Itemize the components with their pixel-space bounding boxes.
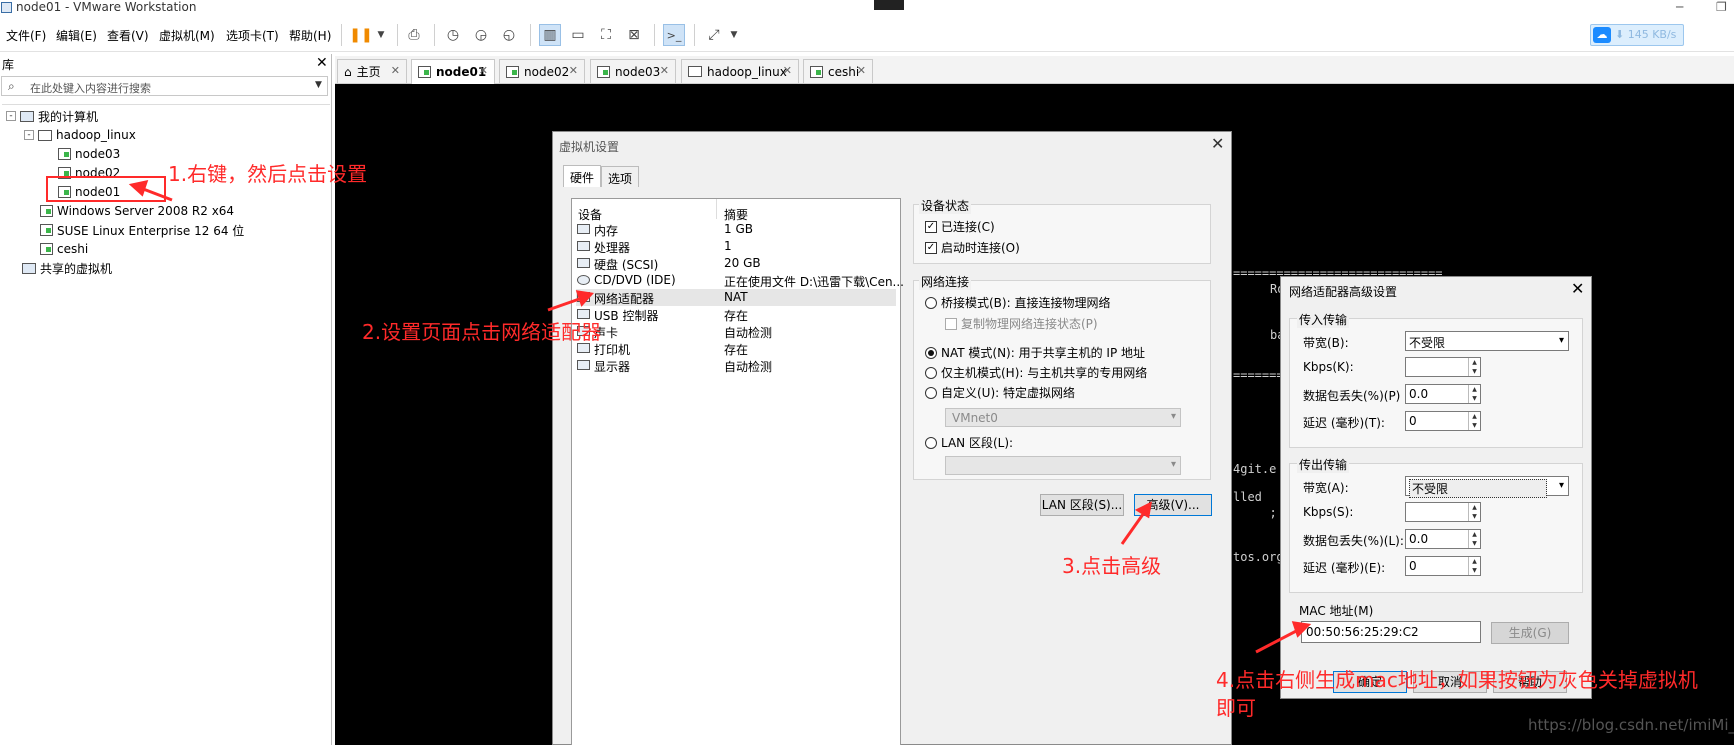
arrow-step1-head — [128, 179, 149, 197]
arrow-step3 — [1120, 509, 1148, 545]
arrow-step2-head — [575, 290, 594, 307]
annotation-arrows — [128, 179, 1312, 654]
watermark: https://blog.csdn.net/imiMi_ — [1528, 716, 1734, 734]
arrow-step4 — [1255, 626, 1303, 654]
arrow-step3-head — [1134, 501, 1152, 519]
arrow-step4-head — [1291, 621, 1312, 638]
